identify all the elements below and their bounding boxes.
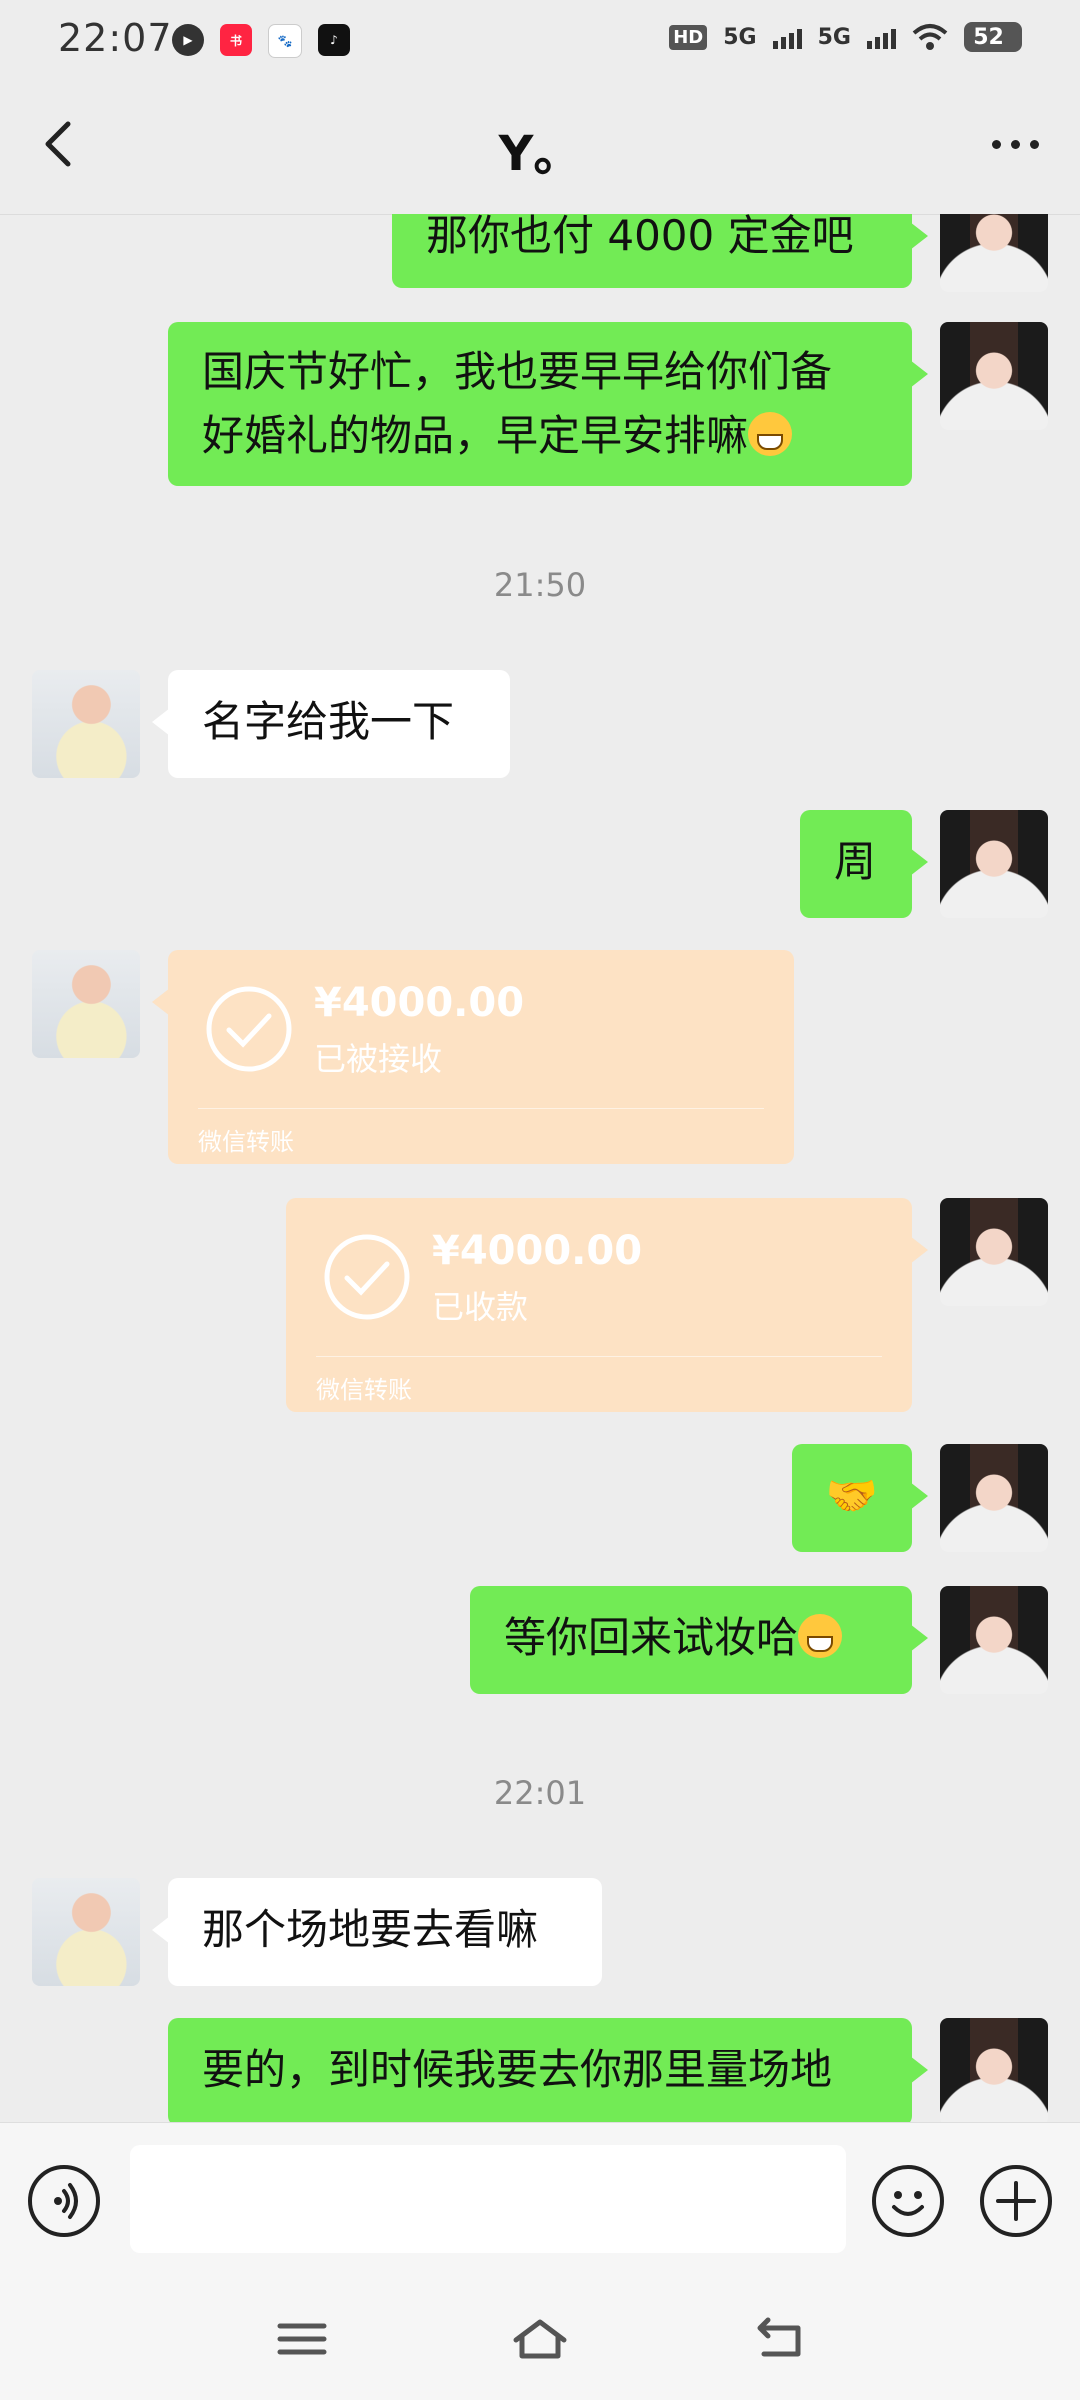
wifi-icon bbox=[912, 24, 948, 50]
grin-emoji-icon bbox=[798, 1614, 843, 1658]
tiktok-icon: ♪ bbox=[318, 24, 350, 56]
status-app-icons: ▶ 书 🐾 ♪ bbox=[172, 24, 350, 58]
my-avatar[interactable] bbox=[940, 1586, 1048, 1694]
chat-messages[interactable]: 那你也付 4000 定金吧 国庆节好忙，我也要早早给你们备 好婚礼的物品，早定早… bbox=[0, 214, 1080, 2122]
status-bar: 22:07 ▶ 书 🐾 ♪ HD 5G 5G 52 bbox=[0, 0, 1080, 84]
transfer-amount: ¥4000.00 bbox=[432, 1228, 643, 1274]
message-text: 名字给我一下 bbox=[202, 697, 455, 746]
back-icon[interactable] bbox=[750, 2314, 810, 2364]
message-text: 等你回来试妆哈 bbox=[504, 1613, 799, 1662]
transfer-label: 微信转账 bbox=[198, 1128, 294, 1156]
hd-icon: HD bbox=[669, 24, 708, 50]
message-bubble[interactable]: 国庆节好忙，我也要早早给你们备 好婚礼的物品，早定早安排嘛 bbox=[168, 322, 928, 486]
transfer-card[interactable]: ¥4000.00 已被接收 微信转账 bbox=[152, 950, 794, 1164]
voice-input-icon[interactable] bbox=[28, 2165, 100, 2237]
my-avatar[interactable] bbox=[940, 214, 1048, 292]
chat-title: Y。 bbox=[498, 126, 582, 182]
check-circle-icon bbox=[324, 1234, 410, 1320]
home-icon[interactable] bbox=[510, 2314, 570, 2364]
message-bubble[interactable]: 等你回来试妆哈 bbox=[470, 1586, 928, 1694]
my-avatar[interactable] bbox=[940, 810, 1048, 918]
timestamp: 21:50 bbox=[493, 566, 587, 604]
handshake-emoji-icon: 🤝 bbox=[825, 1471, 879, 1520]
message-bubble[interactable]: 那个场地要去看嘛 bbox=[152, 1878, 602, 1986]
timestamp: 22:01 bbox=[493, 1774, 587, 1812]
check-circle-icon bbox=[206, 986, 292, 1072]
transfer-divider bbox=[316, 1356, 882, 1357]
transfer-label: 微信转账 bbox=[316, 1376, 412, 1404]
grin-emoji-icon bbox=[748, 412, 793, 456]
contact-avatar[interactable] bbox=[32, 1878, 140, 1986]
play-icon: ▶ bbox=[172, 24, 204, 56]
status-time: 22:07 bbox=[58, 16, 173, 60]
message-bubble[interactable]: 周 bbox=[800, 810, 928, 918]
xiaohongshu-icon: 书 bbox=[220, 24, 252, 56]
battery-icon: 52 bbox=[964, 22, 1022, 52]
transfer-status: 已被接收 bbox=[314, 1040, 443, 1078]
menu-icon[interactable] bbox=[272, 2314, 332, 2364]
signal-2-icon bbox=[867, 25, 896, 49]
transfer-divider bbox=[198, 1108, 764, 1109]
message-bubble[interactable]: 要的，到时候我要去你那里量场地 bbox=[168, 2018, 928, 2122]
message-bubble[interactable]: 名字给我一下 bbox=[152, 670, 510, 778]
plus-icon[interactable] bbox=[980, 2165, 1052, 2237]
message-input[interactable] bbox=[130, 2145, 846, 2253]
more-dots-icon[interactable] bbox=[980, 114, 1050, 174]
transfer-card[interactable]: ¥4000.00 已收款 微信转账 bbox=[286, 1198, 928, 1412]
my-avatar[interactable] bbox=[940, 322, 1048, 430]
message-bubble[interactable]: 🤝 bbox=[792, 1444, 928, 1552]
message-text: 那你也付 4000 定金吧 bbox=[426, 214, 854, 260]
my-avatar[interactable] bbox=[940, 1198, 1048, 1306]
baidu-icon: 🐾 bbox=[268, 24, 302, 58]
system-nav-bar bbox=[0, 2274, 1080, 2400]
input-bar bbox=[0, 2122, 1080, 2275]
network-2-label: 5G bbox=[817, 24, 851, 50]
contact-avatar[interactable] bbox=[32, 670, 140, 778]
message-text: 要的，到时候我要去你那里量场地 bbox=[202, 2045, 833, 2094]
message-bubble[interactable]: 那你也付 4000 定金吧 bbox=[392, 214, 928, 288]
network-1-label: 5G bbox=[723, 24, 757, 50]
my-avatar[interactable] bbox=[940, 2018, 1048, 2122]
message-text-line1: 国庆节好忙，我也要早早给你们备 bbox=[202, 347, 833, 396]
transfer-status: 已收款 bbox=[432, 1288, 529, 1326]
message-text-line2: 好婚礼的物品，早定早安排嘛 bbox=[202, 411, 749, 460]
signal-1-icon bbox=[772, 25, 802, 49]
my-avatar[interactable] bbox=[940, 1444, 1048, 1552]
chat-header: Y。 bbox=[0, 84, 1080, 215]
transfer-amount: ¥4000.00 bbox=[314, 980, 525, 1026]
emoji-icon[interactable] bbox=[872, 2165, 944, 2237]
message-text: 周 bbox=[834, 837, 877, 886]
message-text: 那个场地要去看嘛 bbox=[202, 1905, 539, 1954]
contact-avatar[interactable] bbox=[32, 950, 140, 1058]
status-right: HD 5G 5G 52 bbox=[669, 22, 1022, 52]
